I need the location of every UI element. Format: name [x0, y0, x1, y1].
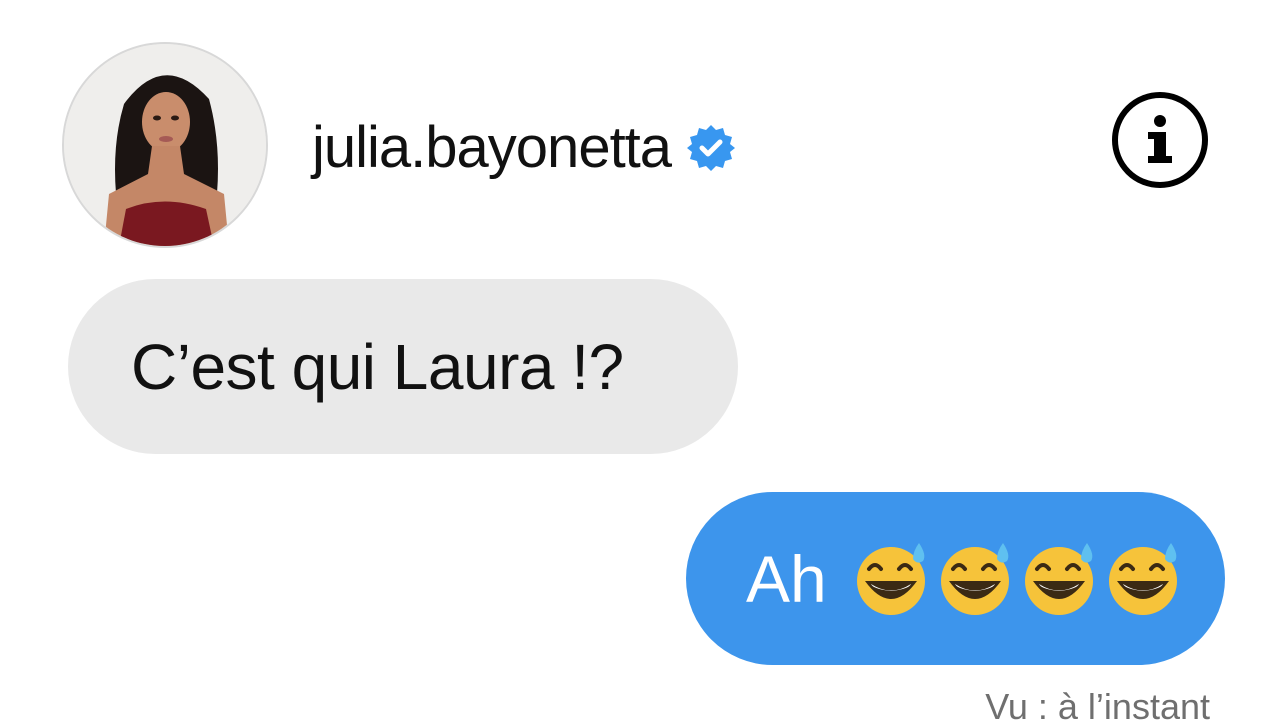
username[interactable]: julia.bayonetta: [312, 119, 672, 177]
emoji-group: [853, 539, 1189, 619]
profile-photo: [64, 44, 266, 246]
info-icon: [1148, 115, 1172, 163]
incoming-message-bubble[interactable]: C’est qui Laura !?: [68, 279, 738, 454]
grinning-face-with-sweat-emoji: [856, 542, 925, 615]
message-text: C’est qui Laura !?: [131, 330, 624, 403]
header-user[interactable]: julia.bayonetta: [312, 108, 737, 188]
info-button[interactable]: [1112, 92, 1208, 188]
grinning-face-with-sweat-emoji: [1024, 542, 1093, 615]
avatar[interactable]: [62, 42, 268, 248]
grinning-face-with-sweat-emoji: [940, 542, 1009, 615]
outgoing-message-bubble[interactable]: Ah: [686, 492, 1225, 665]
message-text: Ah: [746, 541, 827, 616]
seen-status: Vu : à l’instant: [985, 686, 1210, 727]
verified-badge-icon: [685, 122, 737, 174]
grinning-face-with-sweat-emoji: [1108, 542, 1177, 615]
